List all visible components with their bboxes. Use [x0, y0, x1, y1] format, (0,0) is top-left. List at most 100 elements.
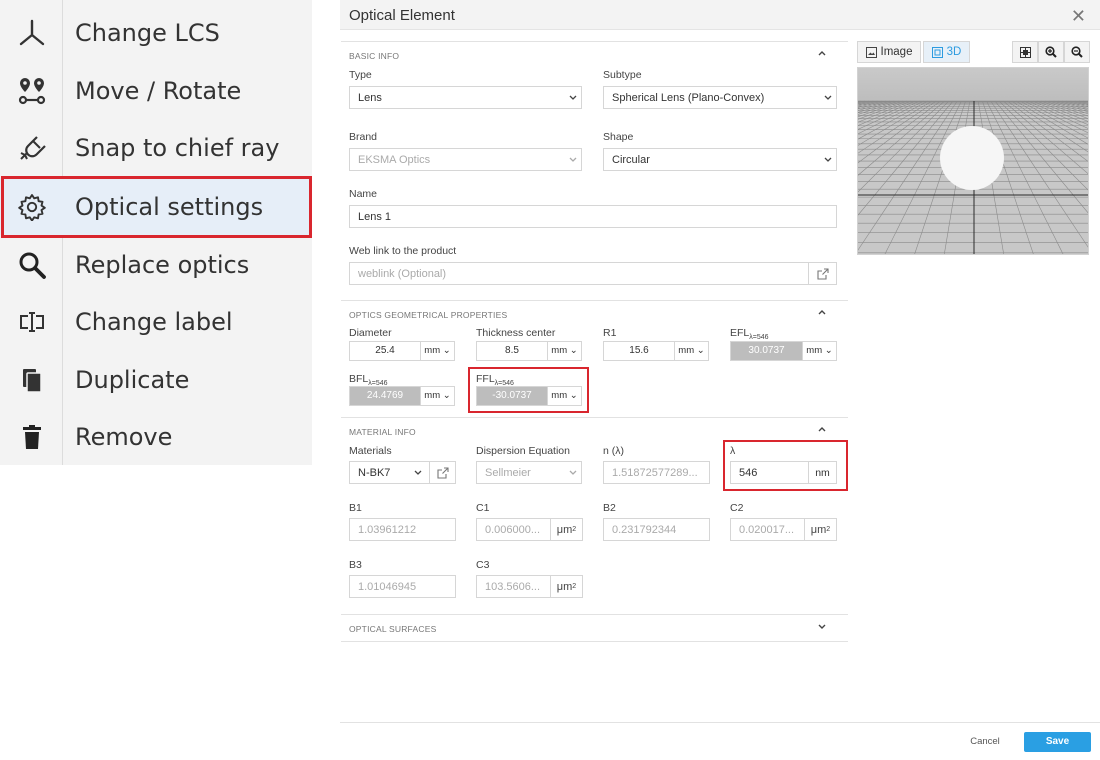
section-title: BASIC INFO — [349, 51, 400, 61]
label-icon — [0, 307, 63, 337]
materials-value: N-BK7 — [358, 466, 391, 479]
menu-item-change-lcs[interactable]: Change LCS — [0, 4, 312, 61]
material-section-header[interactable]: MATERIAL INFO — [341, 417, 848, 441]
name-label: Name — [349, 188, 378, 200]
type-select[interactable]: Lens — [349, 86, 582, 109]
c1-value: 0.006000... — [485, 523, 541, 536]
n-lambda-output: 1.51872577289... — [603, 461, 710, 484]
unit-select[interactable]: mm ⌄ — [420, 342, 454, 360]
dispersion-select[interactable]: Sellmeier — [476, 461, 582, 484]
menu-item-label: Snap to chief ray — [75, 133, 280, 162]
menu-item-move-rotate[interactable]: Move / Rotate — [0, 62, 312, 119]
chevron-down-icon — [818, 624, 826, 629]
cube-icon — [931, 46, 943, 58]
chevron-up-icon — [818, 51, 826, 56]
image-icon — [865, 46, 877, 58]
weblink-input[interactable]: weblink (Optional) — [349, 262, 837, 285]
thickness-input[interactable]: 8.5 mm ⌄ — [476, 341, 582, 361]
c2-unit: μm 2 — [804, 519, 836, 540]
shape-select[interactable]: Circular — [603, 148, 837, 171]
materials-select[interactable]: N-BK7 — [349, 461, 456, 484]
chevron-down-icon — [565, 470, 581, 476]
c3-unit: μm 2 — [550, 576, 582, 597]
b1-output: 1.03961212 — [349, 518, 456, 541]
menu-item-replace-optics[interactable]: Replace optics — [0, 236, 312, 293]
menu-item-remove[interactable]: Remove — [0, 408, 312, 465]
dispersion-value: Sellmeier — [485, 466, 531, 479]
floor-grid — [858, 68, 1088, 254]
type-label: Type — [349, 69, 372, 81]
trash-icon — [0, 422, 63, 452]
c1-unit: μm 2 — [550, 519, 582, 540]
cancel-button[interactable]: Cancel — [960, 734, 1010, 750]
r1-input[interactable]: 15.6 mm ⌄ — [603, 341, 709, 361]
external-link-icon[interactable] — [808, 263, 836, 284]
chevron-down-icon — [820, 157, 836, 163]
basic-info-section-header[interactable]: BASIC INFO — [341, 41, 848, 65]
unit-select[interactable]: mm ⌄ — [547, 342, 581, 360]
axes-icon — [0, 18, 63, 48]
external-link-icon[interactable] — [429, 462, 455, 483]
shape-label: Shape — [603, 131, 634, 143]
name-input[interactable]: Lens 1 — [349, 205, 837, 228]
r1-label: R1 — [603, 327, 617, 339]
c2-value: 0.020017... — [739, 523, 795, 536]
3d-viewport[interactable] — [857, 67, 1089, 255]
unit-select[interactable]: mm ⌄ — [802, 342, 836, 360]
name-value: Lens 1 — [358, 210, 392, 223]
b1-label: B1 — [349, 502, 362, 514]
zoom-in-button[interactable] — [1038, 41, 1064, 63]
copy-icon — [0, 365, 63, 395]
chevron-up-icon — [818, 427, 826, 432]
chevron-down-icon — [565, 95, 581, 101]
dispersion-label: Dispersion Equation — [476, 445, 570, 457]
zoom-in-icon — [1045, 46, 1057, 58]
save-button[interactable]: Save — [1024, 732, 1091, 752]
r1-value: 15.6 — [629, 345, 649, 356]
menu-item-change-label[interactable]: Change label — [0, 293, 312, 350]
weblink-placeholder: weblink (Optional) — [358, 267, 447, 280]
b3-output: 1.01046945 — [349, 575, 456, 598]
zoom-out-button[interactable] — [1064, 41, 1090, 63]
brand-label: Brand — [349, 131, 378, 143]
image-view-button[interactable]: Image — [857, 41, 921, 63]
menu-item-snap-chief-ray[interactable]: Snap to chief ray — [0, 119, 312, 176]
magnet-icon — [0, 133, 63, 163]
c1-label: C1 — [476, 502, 490, 514]
subtype-label: Subtype — [603, 69, 642, 81]
chevron-down-icon — [820, 95, 836, 101]
lens-preview — [940, 126, 1004, 190]
fit-icon — [1019, 46, 1031, 58]
brand-select[interactable]: EKSMA Optics — [349, 148, 582, 171]
context-menu: Change LCS Move / Rotate Snap to chief r — [0, 0, 312, 465]
c3-value: 103.5606... — [485, 580, 541, 593]
dialog-title: Optical Element — [349, 7, 455, 24]
weblink-label: Web link to the product — [349, 245, 457, 257]
menu-item-label: Change label — [75, 307, 233, 336]
unit-select[interactable]: mm ⌄ — [420, 387, 454, 405]
geometry-section-header[interactable]: OPTICS GEOMETRICAL PROPERTIES — [341, 300, 848, 324]
surfaces-section-header[interactable]: OPTICAL SURFACES — [341, 614, 848, 642]
close-icon[interactable]: ✕ — [1071, 6, 1086, 27]
diameter-input[interactable]: 25.4 mm ⌄ — [349, 341, 455, 361]
chevron-down-icon — [407, 470, 429, 476]
c2-label: C2 — [730, 502, 744, 514]
materials-label: Materials — [349, 445, 392, 457]
fit-view-button[interactable] — [1012, 41, 1038, 63]
thickness-value: 8.5 — [505, 345, 519, 356]
optical-element-dialog: Optical Element ✕ BASIC INFO Type Lens S… — [340, 0, 1100, 760]
menu-item-duplicate[interactable]: Duplicate — [0, 351, 312, 408]
3d-view-button[interactable]: 3D — [923, 41, 970, 63]
unit-select[interactable]: mm ⌄ — [674, 342, 708, 360]
b3-label: B3 — [349, 559, 362, 571]
menu-item-label: Move / Rotate — [75, 76, 242, 105]
footer-divider — [340, 722, 1100, 723]
section-title: OPTICAL SURFACES — [349, 624, 437, 634]
b2-value: 0.231792344 — [612, 523, 677, 536]
b2-output: 0.231792344 — [603, 518, 710, 541]
subtype-select[interactable]: Spherical Lens (Plano-Convex) — [603, 86, 837, 109]
efl-output: 30.0737 mm ⌄ — [730, 341, 837, 361]
menu-item-label: Replace optics — [75, 250, 250, 279]
chevron-up-icon — [818, 310, 826, 315]
subtype-value: Spherical Lens (Plano-Convex) — [612, 91, 765, 104]
